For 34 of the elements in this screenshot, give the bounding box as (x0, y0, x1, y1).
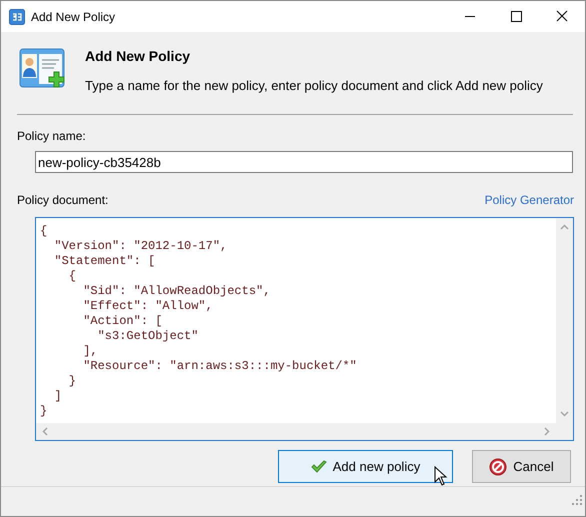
dialog-heading: Add New Policy (85, 48, 192, 64)
scroll-right-icon[interactable] (544, 427, 550, 436)
code-line: "s3:GetObject" (96, 329, 198, 344)
code-line: "Version": "2012-10-17", (53, 239, 228, 254)
code-line: "Effect": "Allow", (82, 299, 213, 314)
policy-document-editor[interactable]: { "Version": "2012-10-17", "Statement": [ { "Sid": "AllowReadObjects", "Effect": "Allow", "Action": [ "s3:GetObject" ], "Resource": "arn:aws:s3:::my-bucket/*" } ] } (35, 217, 574, 441)
code-line: { (40, 224, 48, 239)
dialog-description: Type a name for the new policy, enter policy document and click Add new policy (85, 78, 543, 93)
code-line: "Resource": "arn:aws:s3:::my-bucket/*" (82, 359, 357, 374)
policy-name-field[interactable]: new-policy-cb35428b (35, 151, 573, 173)
add-policy-button[interactable]: Add new policy (278, 450, 453, 483)
scroll-left-icon[interactable] (42, 427, 48, 436)
scroll-up-icon[interactable] (560, 224, 569, 230)
vertical-scrollbar[interactable] (556, 218, 573, 423)
code-line: ] (53, 389, 62, 404)
cancel-button[interactable]: Cancel (472, 450, 571, 483)
scroll-down-icon[interactable] (560, 411, 569, 417)
code-line: "Statement": [ (53, 254, 156, 269)
code-line: ], (82, 344, 98, 359)
stop-icon (489, 458, 508, 476)
app-icon (9, 8, 25, 24)
resize-grip-icon[interactable] (572, 495, 583, 506)
code-line: "Action": [ (82, 314, 162, 329)
field-label: Policy document: (17, 193, 108, 207)
field-label: Policy name: (17, 129, 87, 143)
horizontal-scrollbar[interactable] (36, 423, 556, 440)
code-line: } (40, 404, 48, 419)
code-line: { (68, 269, 76, 284)
mouse-cursor-icon (434, 466, 447, 486)
code-line: "Sid": "AllowReadObjects", (82, 284, 270, 299)
policy-generator-link[interactable]: Policy Generator (484, 193, 574, 207)
code-line: } (68, 374, 76, 389)
checkmark-icon (310, 460, 327, 474)
window-title: Add New Policy (31, 10, 116, 24)
